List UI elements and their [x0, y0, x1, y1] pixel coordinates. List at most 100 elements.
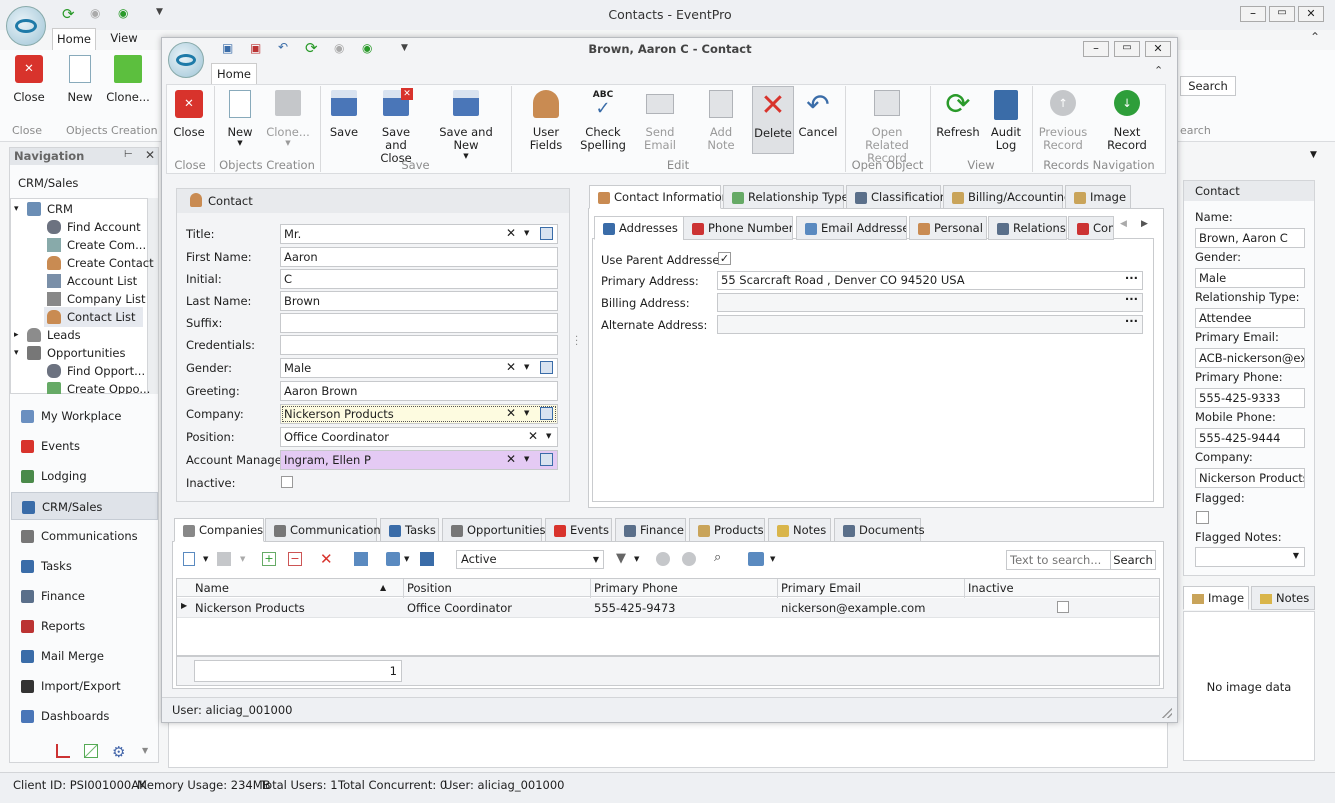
lookup-grid-icon[interactable]	[540, 407, 553, 420]
column-header[interactable]: Primary Phone	[594, 581, 678, 595]
nav-events[interactable]: Events	[11, 432, 158, 460]
sub-tab-5[interactable]: Com	[1068, 216, 1114, 240]
grid-detail-icon[interactable]	[420, 552, 434, 566]
dlg-cancel-button[interactable]: ↶ Cancel	[798, 90, 838, 139]
grid-add-icon[interactable]: +	[262, 552, 276, 566]
company-field[interactable]	[280, 404, 558, 424]
bottom-tab-2[interactable]: Tasks	[380, 518, 439, 542]
bottom-tab-0[interactable]: Companies	[174, 518, 264, 542]
nav-mail-merge[interactable]: Mail Merge	[11, 642, 158, 670]
nav-tree-scrollbar[interactable]	[148, 198, 158, 394]
column-header[interactable]: Name	[195, 581, 229, 595]
app-logo[interactable]	[6, 6, 46, 46]
minimize-button[interactable]: –	[1240, 6, 1266, 22]
bottom-tab-5[interactable]: Finance	[615, 518, 686, 542]
dlg-refresh-button[interactable]: ⟳ Refresh	[936, 90, 980, 139]
dlg-close-button[interactable]: ✕ Close	[170, 90, 208, 139]
dropdown-arrow-icon[interactable]: ▼	[524, 455, 529, 463]
dropdown-arrow-icon[interactable]: ▼	[524, 363, 529, 371]
lookup-grid-icon[interactable]	[540, 453, 553, 466]
tree-create-opportunity[interactable]: Create Oppo...	[44, 379, 150, 394]
dlg-previous-record-button[interactable]: ↑ Previous Record	[1038, 90, 1088, 152]
info-tab-0[interactable]: Contact Information	[589, 185, 729, 209]
dlg-qa-save-close-icon[interactable]: ▣	[250, 41, 261, 55]
close-window-button[interactable]: ✕	[1298, 6, 1324, 22]
bottom-tab-7[interactable]: Notes	[768, 518, 831, 542]
grid-status-filter[interactable]: Active ▼	[456, 550, 604, 569]
position-field[interactable]	[280, 427, 558, 447]
dlg-send-email-button[interactable]: Send Email	[632, 90, 688, 152]
lookup-grid-icon[interactable]	[540, 361, 553, 374]
sub-tab-3[interactable]: Personal	[909, 216, 987, 240]
dlg-save-close-button[interactable]: ✕ Save and Close	[370, 88, 422, 165]
grid-clone-icon[interactable]	[217, 552, 231, 566]
grid-clone-dropdown-icon[interactable]: ▼	[240, 555, 245, 563]
dlg-qa-down-icon[interactable]: ◉	[362, 41, 372, 55]
billing-address-field[interactable]: ···	[717, 292, 1143, 312]
grid-search-input[interactable]	[1006, 550, 1110, 570]
qa-up-icon[interactable]: ◉	[90, 6, 100, 20]
right-field-value[interactable]: Male	[1195, 268, 1305, 288]
tree-contact-list[interactable]: Contact List	[44, 307, 143, 327]
grid-edit-icon[interactable]	[354, 552, 368, 566]
maximize-button[interactable]: ▭	[1269, 6, 1295, 22]
dlg-save-new-button[interactable]: Save and New ▼	[428, 90, 504, 160]
dlg-user-fields-button[interactable]: User Fields	[516, 90, 576, 152]
tree-company-list[interactable]: Company List	[44, 289, 145, 309]
last-name-field[interactable]	[280, 291, 558, 311]
ellipsis-icon[interactable]: ···	[1125, 314, 1138, 328]
nav-import-export[interactable]: Import/Export	[11, 672, 158, 700]
right-flagged-notes-dropdown[interactable]: ▼	[1195, 547, 1305, 567]
sub-tab-left-arrow-icon[interactable]: ◀	[1120, 219, 1127, 229]
dialog-tab-home[interactable]: Home	[211, 63, 257, 85]
nav-lodging[interactable]: Lodging	[11, 462, 158, 490]
greeting-field[interactable]	[280, 381, 558, 401]
right-field-value[interactable]: ACB-nickerson@exam	[1195, 348, 1305, 368]
nav-finance[interactable]: Finance	[11, 582, 158, 610]
dlg-next-record-button[interactable]: ↓ Next Record	[1094, 90, 1160, 152]
first-name-field[interactable]	[280, 247, 558, 267]
bottom-tab-8[interactable]: Documents	[834, 518, 925, 542]
column-header[interactable]: Inactive	[968, 581, 1014, 595]
ellipsis-icon[interactable]: ···	[1125, 270, 1138, 287]
nav-footer-graph-icon[interactable]	[84, 744, 98, 758]
dlg-qa-save-icon[interactable]: ▣	[222, 41, 233, 55]
nav-footer-chart-icon[interactable]	[56, 744, 70, 758]
tree-account-list[interactable]: Account List	[44, 271, 137, 291]
qa-down-icon[interactable]: ◉	[118, 6, 128, 20]
right-field-value[interactable]: Attendee	[1195, 308, 1305, 328]
table-row[interactable]: ▶ Nickerson Products Office Coordinator …	[177, 598, 1159, 618]
account-manager-field[interactable]	[280, 450, 558, 470]
right-flagged-checkbox[interactable]	[1196, 511, 1209, 524]
grid-print-icon[interactable]	[748, 552, 764, 566]
dlg-clone-button[interactable]: Clone... ▼	[266, 90, 310, 147]
nav-footer-settings-icon[interactable]: ⚙	[112, 743, 125, 761]
info-tab-2[interactable]: Classification	[846, 185, 947, 209]
dialog-minimize-button[interactable]: –	[1083, 41, 1109, 57]
dlg-qa-undo-icon[interactable]: ↶	[278, 40, 288, 54]
nav-crm-sales[interactable]: CRM/Sales	[11, 492, 158, 520]
alternate-address-field[interactable]: ···	[717, 314, 1143, 334]
clear-icon[interactable]: ✕	[528, 429, 538, 443]
clear-icon[interactable]: ✕	[506, 406, 516, 420]
dlg-qa-refresh-icon[interactable]: ⟳	[305, 39, 318, 57]
grid-remove-icon[interactable]: −	[288, 552, 302, 566]
tree-create-company[interactable]: Create Com...	[44, 235, 146, 255]
dlg-add-note-button[interactable]: Add Note	[696, 90, 746, 152]
initial-field[interactable]	[280, 269, 558, 289]
sub-tab-right-arrow-icon[interactable]: ▶	[1141, 219, 1148, 229]
nav-footer-dropdown-icon[interactable]: ▼	[142, 746, 148, 755]
dlg-new-button[interactable]: New ▼	[224, 90, 256, 147]
bg-close-button[interactable]: ✕ Close	[10, 55, 48, 125]
dialog-ribbon-collapse-icon[interactable]: ⌃	[1154, 64, 1163, 77]
resize-grip-icon[interactable]	[1162, 708, 1172, 718]
right-field-value[interactable]: Brown, Aaron C	[1195, 228, 1305, 248]
qa-customize-icon[interactable]: ▼	[156, 7, 163, 17]
credentials-field[interactable]	[280, 335, 558, 355]
sub-tab-1[interactable]: Phone Numbers	[683, 216, 793, 240]
bottom-tab-6[interactable]: Products	[689, 518, 765, 542]
use-parent-checkbox[interactable]: ✓	[718, 252, 731, 265]
dropdown-arrow-icon[interactable]: ▼	[524, 409, 529, 417]
column-header[interactable]: Position	[407, 581, 452, 595]
lookup-grid-icon[interactable]	[540, 227, 553, 240]
